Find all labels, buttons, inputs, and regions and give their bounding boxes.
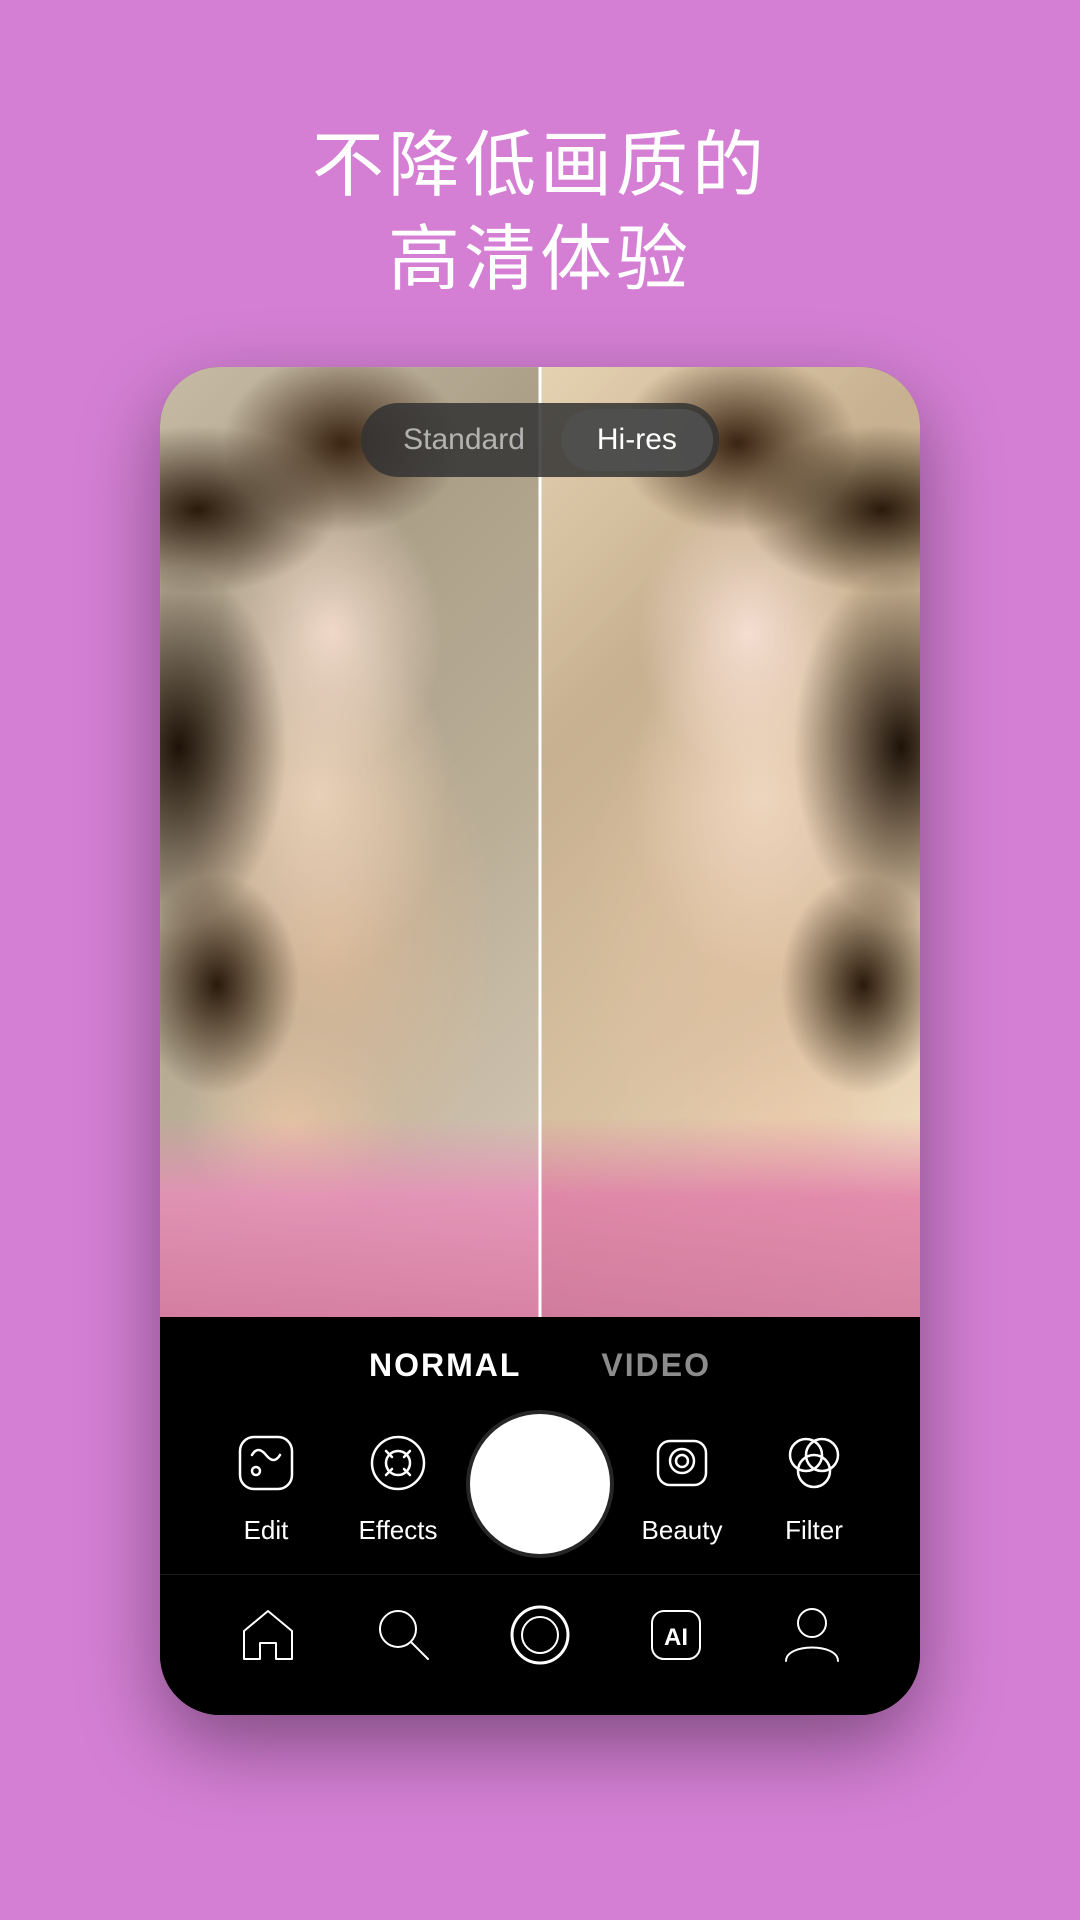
filter-icon <box>774 1423 854 1503</box>
mode-tabs: NORMAL VIDEO <box>160 1337 920 1404</box>
phone-mockup: Standard Hi-res NORMAL VIDEO Edit <box>160 367 920 1715</box>
controls-row: Edit Effects <box>160 1404 920 1574</box>
edit-control[interactable]: Edit <box>206 1423 326 1546</box>
search-icon <box>372 1603 436 1667</box>
comparison-divider <box>539 367 542 1317</box>
nav-profile[interactable] <box>762 1595 862 1675</box>
nav-camera[interactable] <box>490 1595 590 1675</box>
effects-control[interactable]: Effects <box>338 1423 458 1546</box>
beauty-svg <box>646 1427 718 1499</box>
filter-svg <box>778 1427 850 1499</box>
edit-label: Edit <box>244 1515 289 1546</box>
headline-line2: 高清体验 <box>312 214 768 308</box>
clothing-right <box>540 1117 920 1317</box>
effects-icon <box>358 1423 438 1503</box>
nav-ai[interactable]: AI <box>626 1595 726 1675</box>
quality-toggle[interactable]: Standard Hi-res <box>361 403 719 477</box>
clothing-left <box>160 1117 540 1317</box>
tab-normal[interactable]: NORMAL <box>369 1347 521 1384</box>
beauty-control[interactable]: Beauty <box>622 1423 742 1546</box>
nav-search[interactable] <box>354 1595 454 1675</box>
beauty-icon <box>642 1423 722 1503</box>
shutter-inner <box>484 1428 596 1540</box>
filter-control[interactable]: Filter <box>754 1423 874 1546</box>
headline: 不降低画质的 高清体验 <box>312 120 768 307</box>
camera-nav-icon <box>508 1603 572 1667</box>
shutter-button[interactable] <box>470 1414 610 1554</box>
nav-home[interactable] <box>218 1595 318 1675</box>
standard-btn[interactable]: Standard <box>367 409 561 471</box>
edit-svg <box>230 1427 302 1499</box>
beauty-label: Beauty <box>642 1515 723 1546</box>
effects-svg <box>362 1427 434 1499</box>
hires-btn[interactable]: Hi-res <box>561 409 713 471</box>
edit-icon <box>226 1423 306 1503</box>
effects-label: Effects <box>358 1515 437 1546</box>
home-icon <box>236 1603 300 1667</box>
bottom-nav: AI <box>160 1574 920 1705</box>
photo-comparison: Standard Hi-res <box>160 367 920 1317</box>
headline-line1: 不降低画质的 <box>312 120 768 214</box>
profile-icon <box>780 1603 844 1667</box>
svg-text:AI: AI <box>664 1624 688 1651</box>
filter-label: Filter <box>785 1515 843 1546</box>
camera-bottom-ui: NORMAL VIDEO Edit <box>160 1317 920 1715</box>
tab-video[interactable]: VIDEO <box>601 1347 711 1384</box>
ai-icon: AI <box>644 1603 708 1667</box>
